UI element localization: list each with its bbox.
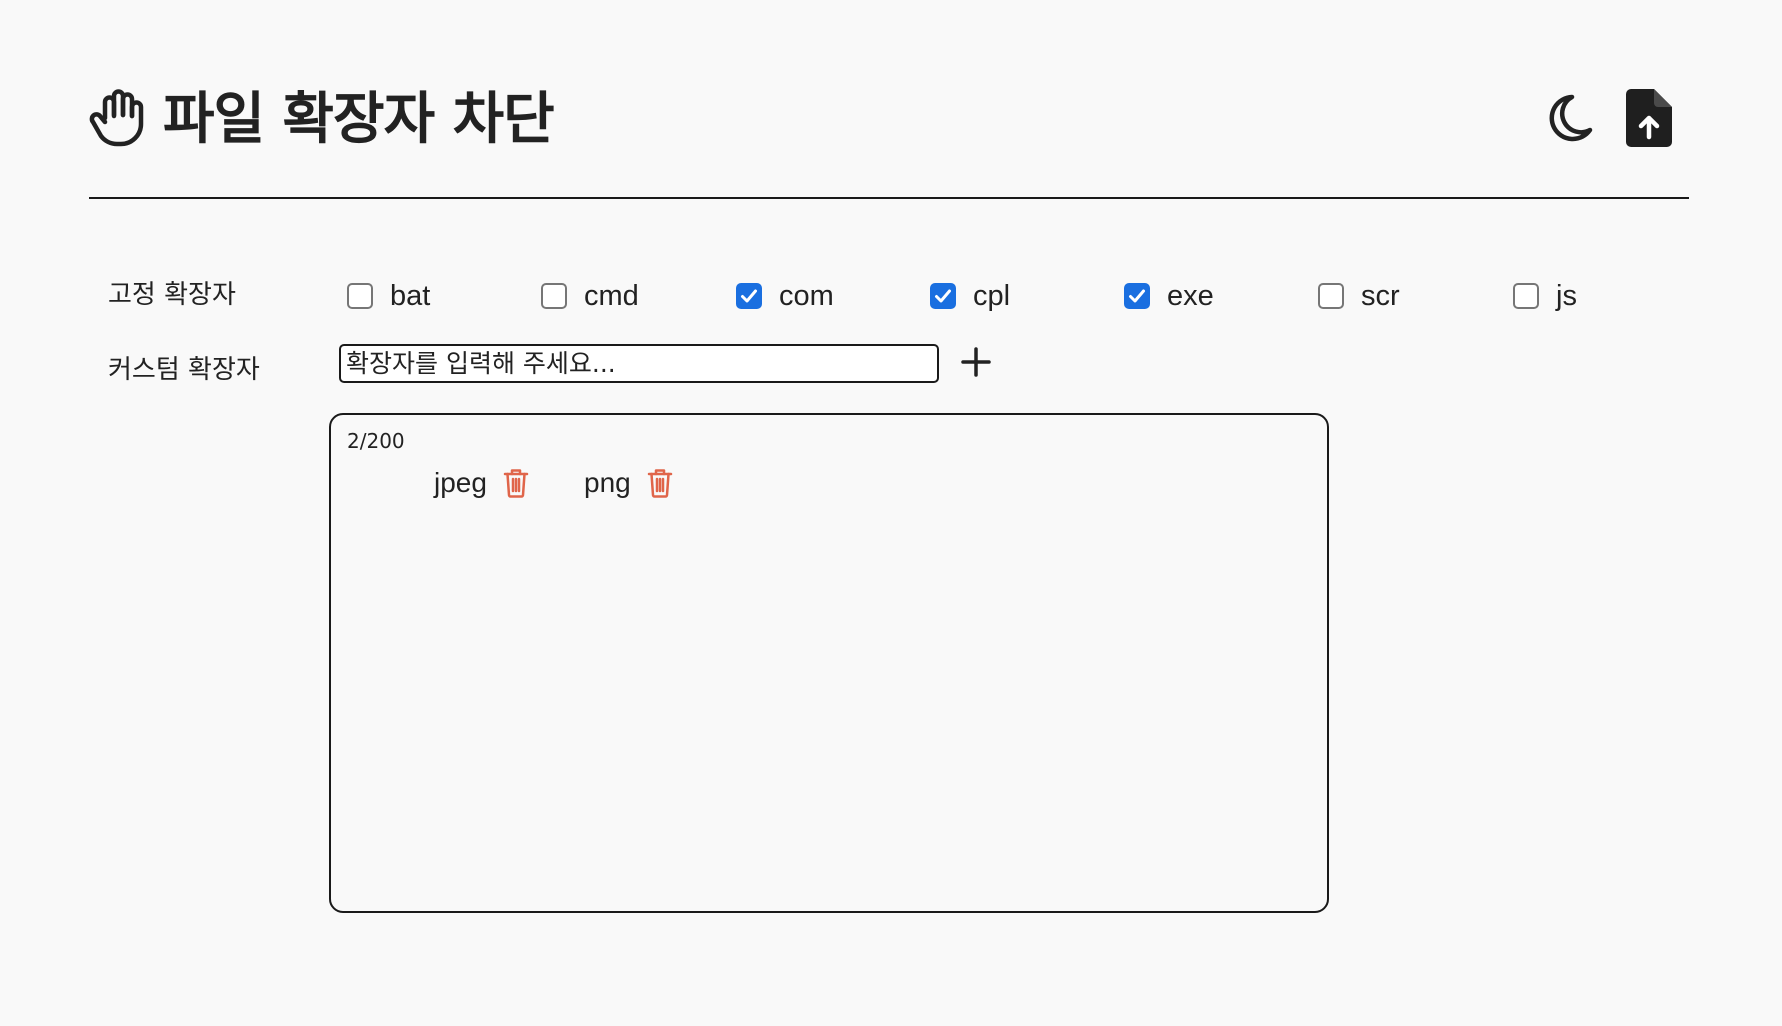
fixed-item-exe[interactable]: exe [1124,279,1214,313]
fixed-item-js[interactable]: js [1513,279,1577,313]
checkbox-label: com [779,280,834,312]
trash-icon[interactable] [647,468,673,498]
checkmark-icon [1129,289,1145,303]
checkbox[interactable] [1513,283,1539,309]
checkbox-label: js [1556,280,1577,312]
checkbox[interactable] [1318,283,1344,309]
custom-tag-label: jpeg [434,467,487,498]
checkmark-icon [935,289,951,303]
custom-tag: png [584,465,673,501]
trash-icon[interactable] [503,468,529,498]
custom-extensions-label: 커스텀 확장자 [108,355,260,385]
plus-icon [961,347,991,377]
checkbox-label: cmd [584,280,639,312]
file-upload-icon[interactable] [1626,89,1672,147]
fixed-item-bat[interactable]: bat [347,279,430,313]
page-title: 파일 확장자 차단 [163,87,555,152]
fixed-item-cpl[interactable]: cpl [930,279,1010,313]
checkbox-label: scr [1361,280,1400,312]
checkbox[interactable] [541,283,567,309]
custom-tag-label: png [584,467,631,498]
checkbox[interactable] [930,283,956,309]
custom-extension-input[interactable] [339,344,939,383]
fixed-item-com[interactable]: com [736,279,834,313]
checkbox[interactable] [1124,283,1150,309]
add-extension-button[interactable] [958,344,994,380]
custom-tag: jpeg [434,465,529,501]
moon-icon[interactable] [1544,92,1594,144]
checkbox-label: bat [390,280,431,312]
fixed-extensions-label: 고정 확장자 [108,280,236,310]
custom-count: 2/200 [347,429,405,453]
checkbox-label: exe [1167,280,1214,312]
hand-icon [89,89,144,147]
custom-extensions-box: 2/200 jpeg png [329,413,1329,913]
checkbox[interactable] [347,283,373,309]
checkbox-label: cpl [973,280,1011,312]
checkbox[interactable] [736,283,762,309]
header-divider [89,197,1689,199]
fixed-item-cmd[interactable]: cmd [541,279,639,313]
fixed-item-scr[interactable]: scr [1318,279,1400,313]
page: 파일 확장자 차단 고정 확장자 bat cmd com cpl exe scr… [0,0,1782,1026]
checkmark-icon [741,289,757,303]
header: 파일 확장자 차단 [89,80,1689,160]
